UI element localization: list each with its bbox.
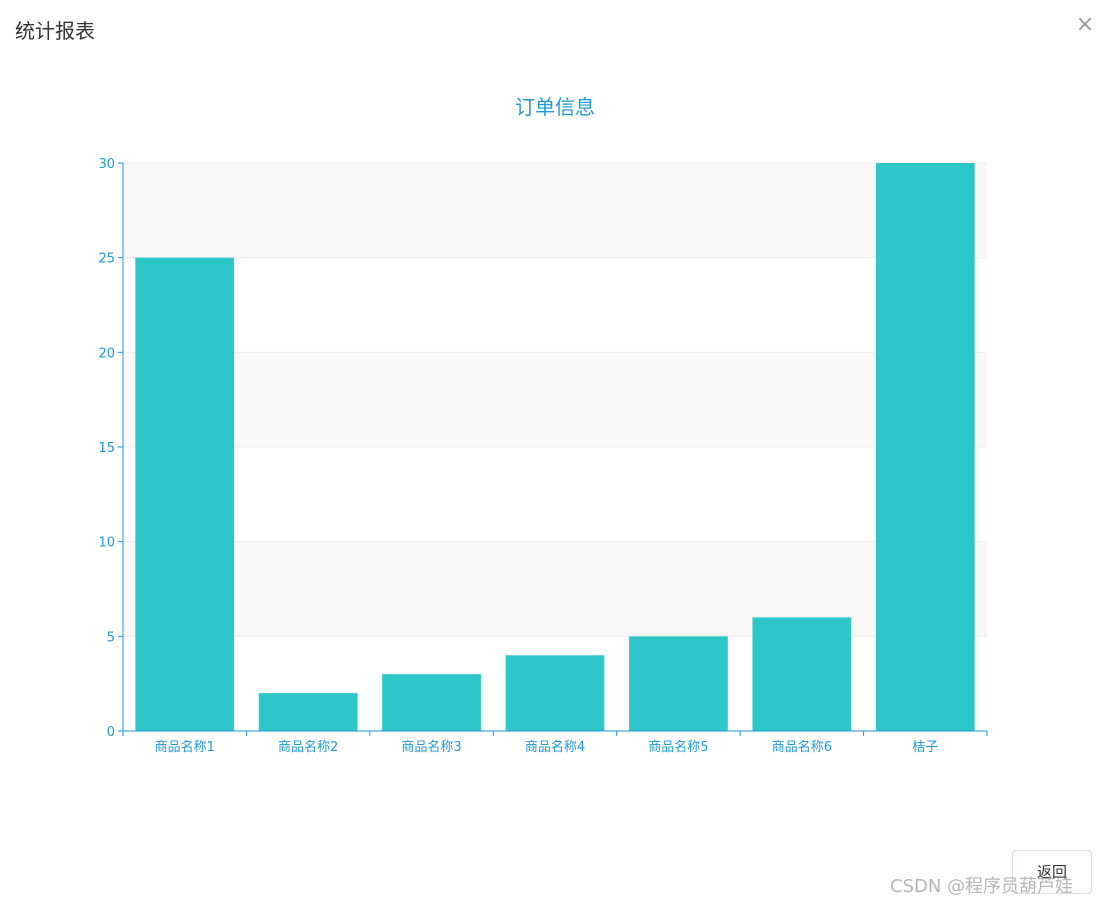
- bar[interactable]: [382, 674, 481, 731]
- y-tick-label: 30: [98, 157, 115, 172]
- back-button[interactable]: 返回: [1012, 850, 1092, 894]
- bar[interactable]: [505, 655, 605, 731]
- bar[interactable]: [258, 693, 358, 731]
- x-tick-label: 商品名称5: [648, 739, 708, 755]
- bar[interactable]: [135, 257, 235, 731]
- y-tick-label: 15: [98, 441, 115, 456]
- grid-band: [123, 541, 987, 637]
- y-tick-label: 0: [107, 725, 115, 740]
- x-tick-label: 商品名称6: [772, 739, 832, 755]
- x-tick-label: 商品名称1: [155, 739, 215, 755]
- chart-title: 订单信息: [515, 95, 595, 119]
- grid-band: [123, 163, 987, 258]
- y-tick-label: 10: [98, 536, 115, 551]
- x-tick-label: 商品名称2: [278, 739, 338, 755]
- bar[interactable]: [629, 636, 728, 731]
- y-tick-labels: 0 5 10 15 20 25 30: [98, 157, 123, 740]
- bar[interactable]: [875, 163, 975, 731]
- bar[interactable]: [752, 617, 852, 731]
- bar-chart: 订单信息 051015202530 商品名称1 商品名称2 商品名称3 商品名称4 商品…: [98, 95, 988, 755]
- y-tick-label: 20: [98, 346, 115, 361]
- y-tick-label: 25: [98, 252, 115, 267]
- x-tick-label: 桔子: [912, 740, 938, 755]
- grid-bands: [123, 163, 987, 637]
- x-tick-labels: 商品名称1 商品名称2 商品名称3 商品名称4 商品名称5 商品名称6 桔子: [122, 731, 988, 755]
- x-tick-label: 商品名称3: [401, 739, 461, 755]
- y-tick-label: 5: [107, 630, 115, 645]
- grid-band: [123, 352, 987, 447]
- report-dialog: 统计报表 × 订单信息 0 5 10 15 20 25 30 商品名称1 商品名称2 商品名称3…: [0, 0, 1107, 903]
- x-tick-label: 商品名称4: [525, 739, 585, 755]
